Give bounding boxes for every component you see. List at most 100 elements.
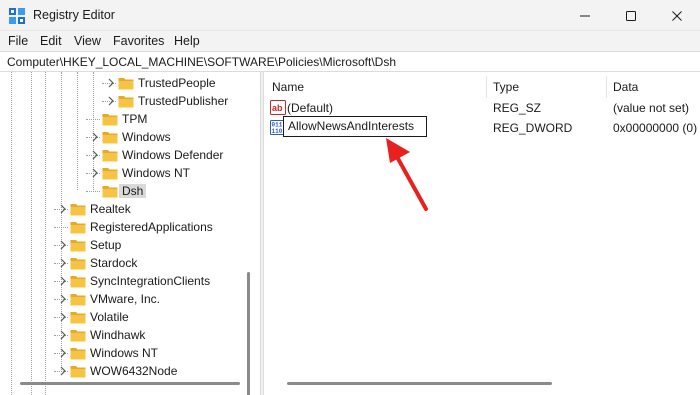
window-title: Registry Editor (33, 8, 115, 22)
list-header: Name Type Data (264, 76, 700, 98)
annotation-arrow-icon (386, 138, 428, 211)
tree-item[interactable]: Windhawk (0, 326, 245, 344)
expand-chevron-icon[interactable] (106, 96, 116, 106)
expand-chevron-icon[interactable] (58, 330, 68, 340)
tree-item[interactable]: Volatile (0, 308, 245, 326)
tree-item-label: TrustedPeople (138, 76, 216, 90)
tree-item-label: Stardock (90, 256, 138, 270)
menu-edit[interactable]: Edit (40, 34, 62, 48)
minimize-icon (580, 15, 590, 16)
folder-icon (70, 330, 86, 342)
tree-item-label: TrustedPublisher (138, 94, 229, 108)
menu-view[interactable]: View (74, 34, 101, 48)
folder-icon (70, 276, 86, 288)
tree-item[interactable]: TrustedPublisher (0, 92, 245, 110)
minimize-button[interactable] (562, 0, 608, 31)
tree-item-label: RegisteredApplications (90, 220, 213, 234)
tree-item-label: VMware, Inc. (90, 292, 161, 306)
folder-icon (118, 96, 134, 108)
tree-item[interactable]: Dsh (0, 182, 245, 200)
tree-horizontal-scrollbar[interactable] (20, 382, 240, 385)
expand-chevron-icon[interactable] (58, 294, 68, 304)
tree-item[interactable]: Setup (0, 236, 245, 254)
tree-item-label: WOW6432Node (90, 364, 178, 378)
menu-file[interactable]: File (8, 34, 28, 48)
value-name: (Default) (287, 101, 334, 115)
expand-chevron-icon[interactable] (106, 78, 116, 88)
value-data: 0x00000000 (0) (613, 121, 698, 135)
column-header-data[interactable]: Data (613, 80, 638, 94)
value-data: (value not set) (613, 101, 690, 115)
tree-item[interactable]: WOW6432Node (0, 362, 245, 380)
menu-favorites[interactable]: Favorites (113, 34, 164, 48)
column-divider[interactable] (486, 76, 487, 98)
tree-item[interactable]: TrustedPeople (0, 74, 245, 92)
menu-bar: File Edit View Favorites Help (0, 31, 700, 51)
expand-chevron-icon[interactable] (58, 258, 68, 268)
tree-item-label: Windows Defender (122, 148, 224, 162)
column-header-name[interactable]: Name (272, 80, 304, 94)
expand-chevron-icon[interactable] (58, 312, 68, 322)
folder-icon (70, 204, 86, 216)
tree-guide-line (86, 191, 100, 192)
tree-guide-line (86, 119, 100, 120)
values-list-pane[interactable]: Name Type Data ab (Default) REG_SZ (valu… (264, 72, 700, 395)
expand-chevron-icon[interactable] (58, 240, 68, 250)
title-bar: Registry Editor (0, 0, 700, 31)
address-path[interactable]: Computer\HKEY_LOCAL_MACHINE\SOFTWARE\Pol… (7, 55, 396, 69)
tree-item[interactable]: Windows Defender (0, 146, 245, 164)
tree-vertical-scrollbar[interactable] (247, 272, 250, 395)
tree-item-label: Windows NT (122, 166, 191, 180)
key-tree-pane[interactable]: TrustedPeople TrustedPublisher TPM Windows W… (0, 72, 260, 395)
registry-editor-icon (9, 8, 25, 24)
rename-input-text[interactable]: AllowNewsAndInterests (288, 119, 414, 133)
value-row[interactable]: ab (Default) REG_SZ (value not set) (264, 98, 700, 117)
value-row[interactable]: 011 110 AllowNewsAndInterests REG_DWORD … (264, 116, 700, 137)
rename-input[interactable]: AllowNewsAndInterests (283, 116, 427, 137)
close-button[interactable] (654, 0, 700, 31)
folder-icon (102, 186, 118, 198)
address-bar[interactable]: Computer\HKEY_LOCAL_MACHINE\SOFTWARE\Pol… (0, 51, 700, 72)
tree-item[interactable]: Windows NT (0, 344, 245, 362)
tree-item-label: Volatile (90, 310, 129, 324)
tree-item[interactable]: TPM (0, 110, 245, 128)
expand-chevron-icon[interactable] (90, 150, 100, 160)
maximize-button[interactable] (608, 0, 654, 31)
tree-item-label: Dsh (119, 184, 147, 198)
column-header-type[interactable]: Type (493, 80, 519, 94)
tree-item[interactable]: Stardock (0, 254, 245, 272)
folder-icon (70, 294, 86, 306)
tree-item[interactable]: SyncIntegrationClients (0, 272, 245, 290)
tree-item-label: Realtek (90, 202, 131, 216)
expand-chevron-icon[interactable] (58, 366, 68, 376)
tree-item-label: SyncIntegrationClients (90, 274, 211, 288)
folder-icon (118, 78, 134, 90)
tree-item[interactable]: Realtek (0, 200, 245, 218)
folder-icon (70, 240, 86, 252)
tree-guide-line (54, 227, 68, 228)
expand-chevron-icon[interactable] (58, 276, 68, 286)
list-horizontal-scrollbar[interactable] (287, 382, 552, 385)
tree-item-label: TPM (122, 112, 148, 126)
tree-item[interactable]: RegisteredApplications (0, 218, 245, 236)
expand-chevron-icon[interactable] (90, 132, 100, 142)
folder-icon (102, 168, 118, 180)
menu-help[interactable]: Help (174, 34, 200, 48)
svg-text:110: 110 (272, 128, 283, 135)
folder-icon (70, 258, 86, 270)
close-icon (672, 10, 682, 21)
svg-text:ab: ab (272, 103, 283, 113)
folder-icon (102, 114, 118, 126)
column-divider[interactable] (606, 76, 607, 98)
expand-chevron-icon[interactable] (90, 168, 100, 178)
tree-item[interactable]: Windows (0, 128, 245, 146)
tree-item[interactable]: VMware, Inc. (0, 290, 245, 308)
string-value-icon: ab (270, 100, 286, 115)
tree-item-label: Windows (122, 130, 171, 144)
tree-item[interactable]: Windows NT (0, 164, 245, 182)
expand-chevron-icon[interactable] (58, 204, 68, 214)
tree-item-label: Windhawk (90, 328, 146, 342)
value-type: REG_SZ (493, 101, 542, 115)
maximize-icon (626, 10, 636, 21)
expand-chevron-icon[interactable] (58, 348, 68, 358)
